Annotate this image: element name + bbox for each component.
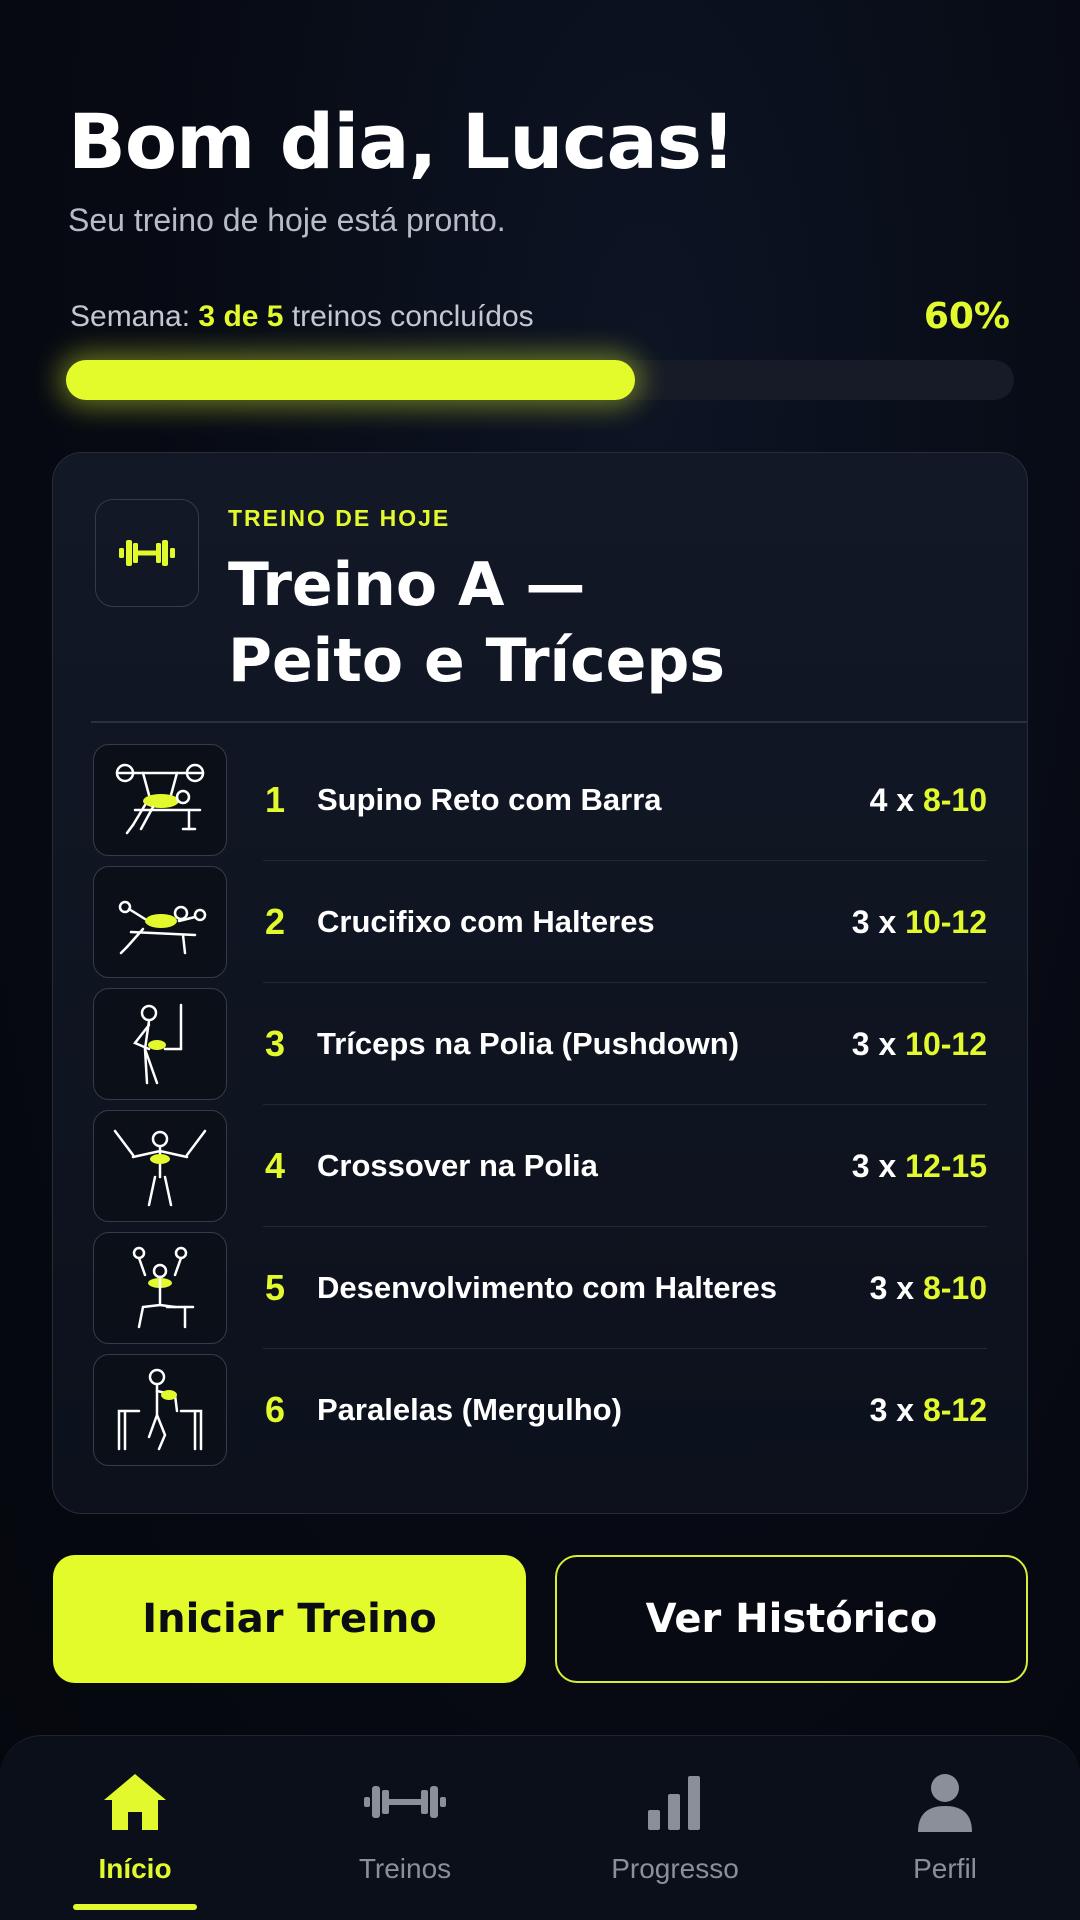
tab-label-inicio: Início <box>98 1853 172 1884</box>
progress-suffix: treinos concluídos <box>291 299 534 333</box>
exercise-name: Supino Reto com Barra <box>317 782 662 817</box>
exercise-sets: 3 <box>851 1147 870 1184</box>
exercise-sets-reps: 4 x 8-10 <box>869 781 987 818</box>
greeting-title: Bom dia, Lucas! <box>68 97 736 186</box>
exercise-sets: 3 <box>851 1025 870 1062</box>
home-icon <box>100 1770 170 1839</box>
progress-prefix: Semana: <box>70 299 191 333</box>
dips-icon <box>93 1354 227 1466</box>
progress-bar-fill <box>66 360 635 400</box>
today-workout-card: TREINO DE HOJE Treino A — Peito e Trícep… <box>52 452 1028 1514</box>
active-tab-indicator <box>73 1904 197 1910</box>
exercise-sets: 3 <box>851 903 870 940</box>
exercise-reps: 12-15 <box>905 1147 987 1184</box>
exercise-number: 6 <box>265 1389 286 1430</box>
exercise-reps: 10-12 <box>905 903 987 940</box>
exercise-sets: 3 <box>869 1269 888 1306</box>
exercise-name: Crossover na Polia <box>317 1148 598 1183</box>
exercise-row[interactable]: 3 Tríceps na Polia (Pushdown) 3 x 10-12 <box>93 983 987 1105</box>
workout-title-line2: Peito e Tríceps <box>228 626 726 696</box>
progress-bar-track <box>66 360 1014 400</box>
exercise-name: Desenvolvimento com Halteres <box>317 1270 778 1305</box>
exercise-name: Paralelas (Mergulho) <box>317 1392 622 1427</box>
exercise-row[interactable]: 5 Desenvolvimento com Halteres 3 x 8-10 <box>93 1227 987 1349</box>
exercise-sets-reps: 3 x 10-12 <box>851 903 987 940</box>
exercise-row[interactable]: 4 Crossover na Polia 3 x 12-15 <box>93 1105 987 1227</box>
bottom-tab-bar: Início Treinos Progresso Perfil <box>0 1735 1080 1920</box>
cable-crossover-icon <box>93 1110 227 1222</box>
dumbbell-icon <box>360 1770 450 1839</box>
exercise-number: 5 <box>265 1267 286 1308</box>
exercise-number: 4 <box>265 1145 286 1186</box>
tab-label-perfil: Perfil <box>913 1853 977 1884</box>
view-history-button[interactable]: Ver Histórico <box>555 1555 1028 1683</box>
exercise-sets-reps: 3 x 12-15 <box>851 1147 987 1184</box>
exercise-reps: 8-10 <box>922 781 987 818</box>
person-icon <box>910 1770 980 1839</box>
exercise-reps: 10-12 <box>905 1025 987 1062</box>
weekly-progress-text: Semana: 3 de 5 treinos concluídos <box>70 300 534 334</box>
tab-label-progresso: Progresso <box>611 1853 739 1884</box>
card-divider <box>91 721 1027 723</box>
shoulder-press-icon <box>93 1232 227 1344</box>
workout-title-line1: Treino A — <box>228 550 586 620</box>
exercise-reps: 8-12 <box>922 1391 987 1428</box>
progress-count: 3 de 5 <box>198 299 284 333</box>
exercise-sets-reps: 3 x 10-12 <box>851 1025 987 1062</box>
exercise-row[interactable]: 6 Paralelas (Mergulho) 3 x 8-12 <box>93 1349 987 1471</box>
triceps-pushdown-icon <box>93 988 227 1100</box>
exercise-name: Crucifixo com Halteres <box>317 904 655 939</box>
exercise-sets: 4 <box>869 781 888 818</box>
tab-treinos[interactable]: Treinos <box>270 1736 540 1920</box>
today-workout-title: Treino A — Peito e Tríceps <box>228 547 928 699</box>
progress-percent: 60% <box>923 296 1010 337</box>
exercise-number: 1 <box>265 779 286 820</box>
exercise-sets-reps: 3 x 8-10 <box>869 1269 987 1306</box>
exercise-row[interactable]: 2 Crucifixo com Halteres 3 x 10-12 <box>93 861 987 983</box>
tab-perfil[interactable]: Perfil <box>810 1736 1080 1920</box>
dumbbell-icon <box>95 499 199 607</box>
bench-press-icon <box>93 744 227 856</box>
exercise-number: 2 <box>265 901 286 942</box>
exercise-sets: 3 <box>869 1391 888 1428</box>
header: Bom dia, Lucas! Seu treino de hoje está … <box>68 100 1012 239</box>
greeting-subtitle: Seu treino de hoje está pronto. <box>68 201 506 238</box>
exercise-list: 1 Supino Reto com Barra 4 x 8-10 2 Cruci… <box>93 739 987 1471</box>
tab-progresso[interactable]: Progresso <box>540 1736 810 1920</box>
tab-label-treinos: Treinos <box>358 1853 452 1884</box>
weekly-progress-summary: Semana: 3 de 5 treinos concluídos 60% <box>70 296 1010 337</box>
exercise-number: 3 <box>265 1023 286 1064</box>
exercise-name: Tríceps na Polia (Pushdown) <box>317 1026 740 1061</box>
tab-inicio[interactable]: Início <box>0 1736 270 1920</box>
bar-chart-icon <box>640 1770 710 1839</box>
today-workout-label: TREINO DE HOJE <box>228 505 451 531</box>
start-workout-button[interactable]: Iniciar Treino <box>53 1555 526 1683</box>
exercise-row[interactable]: 1 Supino Reto com Barra 4 x 8-10 <box>93 739 987 861</box>
exercise-reps: 8-10 <box>922 1269 987 1306</box>
dumbbell-fly-icon <box>93 866 227 978</box>
exercise-sets-reps: 3 x 8-12 <box>869 1391 987 1428</box>
